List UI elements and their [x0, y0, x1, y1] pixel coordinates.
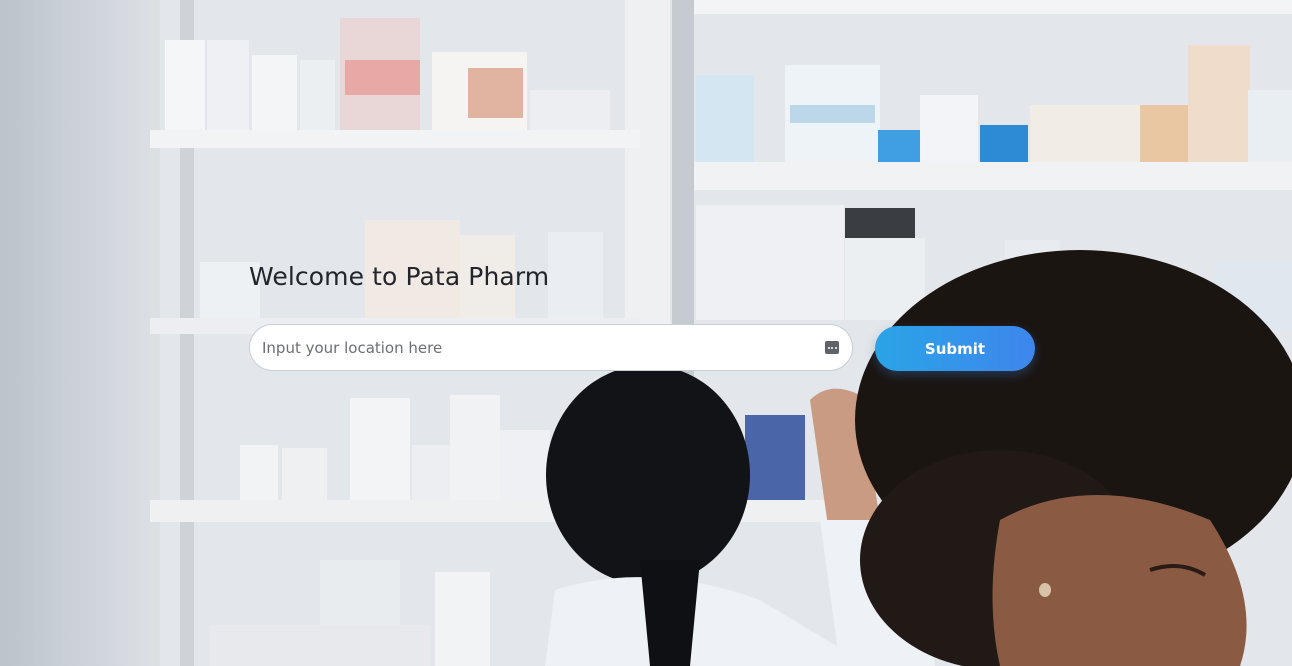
autofill-icon[interactable]: [825, 341, 839, 354]
dot: [827, 346, 830, 349]
location-input[interactable]: [250, 325, 825, 370]
page-title: Welcome to Pata Pharm: [249, 262, 550, 291]
dot: [831, 346, 833, 349]
dot: [834, 346, 837, 349]
location-search-field[interactable]: [249, 324, 853, 371]
hero-section: Welcome to Pata Pharm Submit: [0, 0, 1292, 666]
submit-button[interactable]: Submit: [875, 326, 1035, 371]
